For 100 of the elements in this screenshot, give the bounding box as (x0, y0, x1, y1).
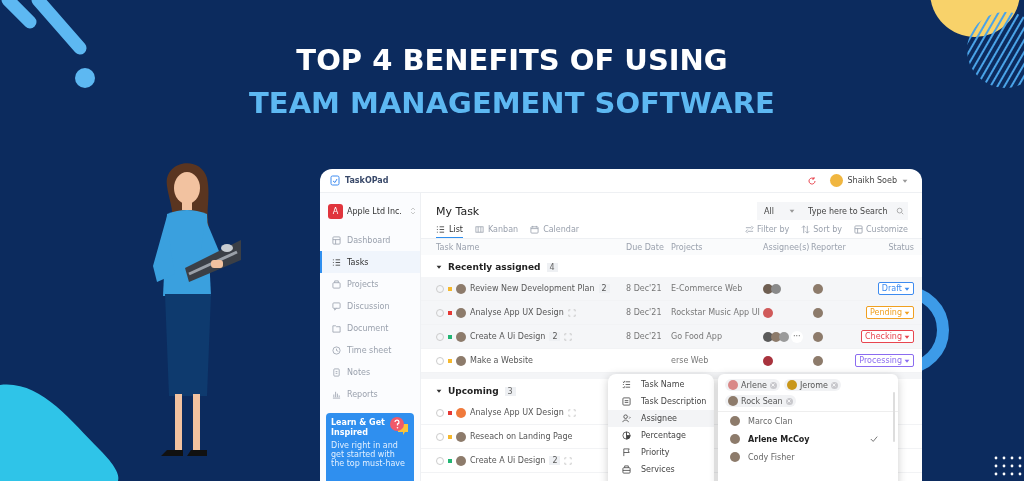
expand-icon[interactable] (410, 207, 416, 215)
column-header: Status (887, 242, 914, 252)
columns-icon (475, 224, 484, 234)
column-header: Due Date (626, 242, 665, 252)
briefcase-icon (622, 465, 631, 474)
due-date: 8 Dec'21 (626, 284, 663, 293)
task-name: Make a Website (470, 356, 533, 365)
task-name: Create A Ui Design (470, 456, 546, 465)
briefcase-icon (332, 279, 341, 289)
sidebar-label: Dashboard (347, 235, 391, 245)
count-badge: 3 (504, 386, 516, 396)
calendar-icon (530, 224, 540, 234)
menu-item[interactable]: Assignee (608, 410, 714, 427)
chip-label: Jerome (799, 380, 828, 390)
clock-icon (332, 345, 341, 355)
assignee-chip[interactable]: Jerome (783, 379, 841, 391)
assignee-chip[interactable]: Rock Sean (725, 395, 796, 407)
caret-icon (904, 333, 910, 340)
remove-icon[interactable] (830, 381, 838, 389)
refresh-icon[interactable] (806, 175, 817, 186)
group-title: Upcoming (448, 386, 499, 396)
remove-icon[interactable] (785, 397, 793, 405)
due-date: 8 Dec'21 (626, 332, 663, 341)
bar-chart-icon (332, 389, 341, 399)
subtask-count: 2 (549, 332, 561, 341)
document-icon (622, 397, 631, 406)
chat-icon (332, 301, 341, 311)
status-badge[interactable]: Processing (855, 354, 914, 367)
assignee-chip[interactable]: Arlene (725, 379, 780, 391)
sidebar-label: Time sheet (347, 345, 392, 355)
more-button[interactable]: ··· (791, 330, 803, 343)
caret-icon (789, 208, 795, 214)
due-date: 8 Dec'21 (626, 308, 663, 317)
caret-icon (904, 285, 910, 292)
headline-text: TEAM MANAGEMENT SOFTWARE (249, 85, 775, 122)
assignee-option[interactable]: Arlene McCoy (718, 430, 888, 448)
sidebar-label: Discussion (347, 301, 390, 311)
pie-icon (622, 431, 631, 440)
task-row[interactable]: Review New Development Plan 2 8 Dec'21 E-Commerce Web Draft (421, 277, 922, 301)
avatar-icon[interactable] (829, 174, 843, 187)
dot-shape (75, 68, 95, 88)
project-name: Go Food App (671, 332, 723, 341)
checklist-icon (622, 380, 631, 389)
checklist-icon (332, 257, 341, 267)
task-name: Review New Development Plan (470, 284, 595, 293)
sidebar-label: Document (347, 323, 389, 333)
subtask-count: 2 (549, 456, 561, 465)
group-title: Recently assigned (448, 262, 541, 272)
status-badge[interactable]: Checking (861, 330, 914, 343)
chip-label: Arlene (741, 380, 767, 390)
assignee-option[interactable]: Cody Fisher (718, 448, 888, 466)
task-name: Analyse App UX Design (470, 408, 564, 417)
headline-text: TOP 4 BENEFITS OF USING (296, 42, 728, 79)
task-name: Create A Ui Design (470, 332, 546, 341)
sidebar-label: Reports (347, 389, 378, 399)
workspace-name[interactable]: Apple Ltd Inc. (347, 206, 406, 216)
page-title: My Task (436, 204, 480, 218)
menu-item[interactable]: Services (608, 461, 714, 478)
sidebar-item[interactable]: Tasks (320, 251, 420, 273)
filter-dropdown[interactable]: All (757, 202, 802, 220)
task-name: Analyse App UX Design (470, 308, 564, 317)
sort-icon (801, 225, 811, 234)
caret-icon (904, 309, 910, 316)
menu-item[interactable]: Percentage (608, 427, 714, 444)
logo-icon (330, 175, 340, 186)
note-icon (332, 367, 341, 377)
caret-down-icon[interactable] (436, 388, 442, 394)
list-icon (436, 224, 445, 234)
subtask-count: 2 (598, 284, 610, 293)
task-row[interactable]: Create A Ui Design 2 8 Dec'21 Go Food App ··· Checking (421, 325, 922, 349)
sidebar-label: Projects (347, 279, 379, 289)
promo-title: Learn & Get Inspired (331, 418, 386, 438)
caret-icon (902, 177, 908, 184)
layout-icon (854, 225, 863, 234)
workspace-badge: A (328, 203, 343, 219)
column-header: Reporter (811, 242, 847, 252)
column-header: Projects (671, 242, 704, 252)
filter-icon (745, 225, 755, 234)
remove-icon[interactable] (769, 381, 777, 389)
flag-icon (622, 448, 631, 457)
user-name[interactable]: Shaikh Soeb (847, 176, 897, 185)
search-field[interactable]: Type here to Search (802, 202, 908, 220)
column-header: Task Name (436, 242, 481, 252)
caret-icon (904, 357, 910, 364)
menu-item[interactable]: Task Name (608, 376, 714, 393)
caret-down-icon[interactable] (436, 264, 442, 270)
folder-icon (332, 323, 341, 333)
menu-item[interactable]: Priority (608, 444, 714, 461)
check-icon (870, 435, 878, 443)
sidebar-label: Tasks (347, 257, 369, 267)
sidebar-label: Notes (347, 367, 371, 377)
task-row[interactable]: Analyse App UX Design 8 Dec'21 Rockstar Music App UI Pending (421, 301, 922, 325)
status-badge[interactable]: Draft (877, 282, 914, 295)
count-badge: 4 (546, 262, 558, 272)
dashboard-icon (332, 235, 341, 245)
question-bubble-icon (388, 416, 410, 436)
search-icon (896, 207, 904, 215)
project-name: erse Web (671, 356, 710, 365)
promo-text: Dive right in and get started with the top must-have (331, 441, 406, 468)
view-tab[interactable]: List (436, 221, 463, 238)
